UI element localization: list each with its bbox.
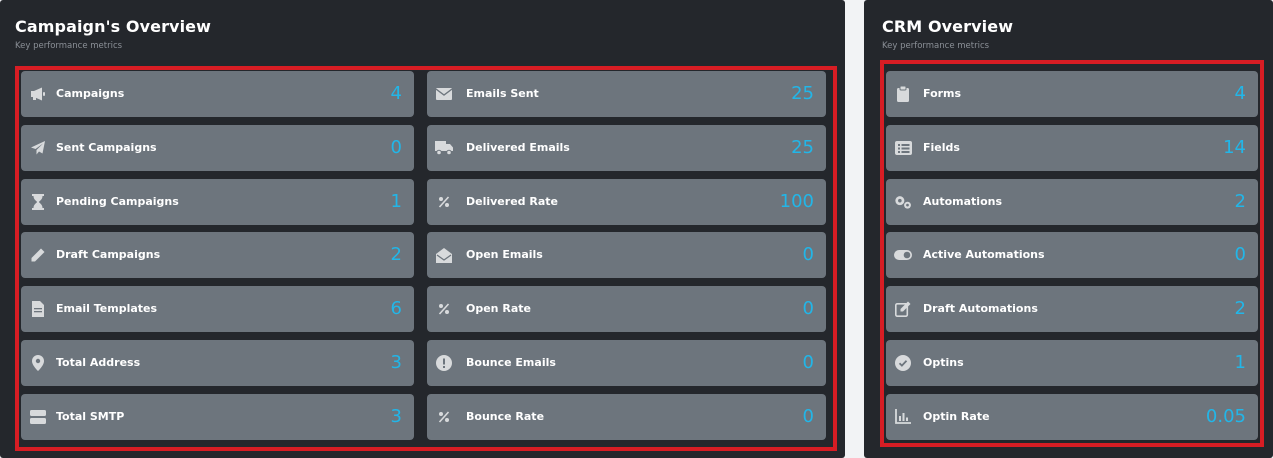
metric-label: Optin Rate <box>923 409 990 423</box>
list-icon <box>894 139 912 157</box>
edit-icon <box>894 300 912 318</box>
clipboard-icon <box>894 85 912 103</box>
metric-label: Bounce Rate <box>466 409 545 423</box>
check-circle-icon <box>894 354 912 372</box>
pencil-icon <box>29 246 47 264</box>
metric-label: Delivered Rate <box>466 194 558 208</box>
metric-label: Sent Campaigns <box>56 140 157 154</box>
panel-subtitle: Key performance metrics <box>882 41 990 51</box>
metric-label: Draft Automations <box>923 302 1038 316</box>
metric-card-total-smtp: Total SMTP 3 <box>21 393 414 440</box>
metric-label: Optins <box>923 356 964 369</box>
metric-value: 0 <box>1234 244 1246 266</box>
metric-card-optin-rate: Optin Rate 0.05 <box>886 393 1258 440</box>
metric-value: 3 <box>390 405 402 427</box>
map-pin-icon <box>29 354 47 372</box>
metric-value: 2 <box>1234 298 1246 320</box>
metric-value: 4 <box>390 83 402 104</box>
campaign-overview-panel: Campaign's Overview Key performance metr… <box>0 0 845 458</box>
envelope-open-icon <box>435 246 453 264</box>
metric-label: Forms <box>923 87 962 100</box>
chart-icon <box>894 408 912 426</box>
metric-card-optins: Optins 1 <box>886 340 1258 386</box>
metric-label: Draft Campaigns <box>56 248 161 262</box>
metric-card-email-templates: Email Templates 6 <box>21 286 414 333</box>
metric-value: 14 <box>1223 136 1246 158</box>
metric-value: 3 <box>390 352 402 373</box>
document-icon <box>29 300 47 318</box>
metric-label: Delivered Emails <box>466 140 570 154</box>
metric-card-draft-campaigns: Draft Campaigns 2 <box>21 232 414 279</box>
exclamation-circle-icon <box>435 354 453 372</box>
metric-value: 0 <box>802 298 814 320</box>
metric-card-total-address: Total Address 3 <box>21 340 414 386</box>
metric-card-delivered-rate: Delivered Rate 100 <box>427 178 826 225</box>
metric-value: 1 <box>390 190 402 212</box>
metric-value: 0 <box>802 405 814 427</box>
metric-value: 0.05 <box>1205 405 1246 427</box>
metric-value: 0 <box>802 244 814 266</box>
metric-card-emails-sent: Emails Sent 25 <box>427 71 826 117</box>
percent-icon <box>435 300 453 318</box>
metric-label: Emails Sent <box>466 87 539 100</box>
metric-card-active-automations: Active Automations 0 <box>886 232 1258 279</box>
metric-value: 0 <box>802 352 814 373</box>
metric-label: Bounce Emails <box>466 356 556 369</box>
gears-icon <box>894 193 912 211</box>
metric-card-campaigns: Campaigns 4 <box>21 71 414 117</box>
metric-card-sent-campaigns: Sent Campaigns 0 <box>21 124 414 171</box>
metric-value: 1 <box>1234 352 1246 373</box>
server-icon <box>29 408 47 426</box>
metric-label: Email Templates <box>56 302 158 316</box>
metric-label: Total SMTP <box>56 409 125 423</box>
metric-label: Fields <box>923 140 960 154</box>
metric-card-pending-campaigns: Pending Campaigns 1 <box>21 178 414 225</box>
percent-icon <box>435 408 453 426</box>
metric-label: Automations <box>923 194 1003 208</box>
metric-card-bounce-emails: Bounce Emails 0 <box>427 340 826 386</box>
metric-label: Open Rate <box>466 302 531 316</box>
metric-card-delivered-emails: Delivered Emails 25 <box>427 124 826 171</box>
metric-card-bounce-rate: Bounce Rate 0 <box>427 393 826 440</box>
metric-label: Pending Campaigns <box>56 194 179 208</box>
metric-card-forms: Forms 4 <box>886 71 1258 117</box>
crm-overview-panel: CRM Overview Key performance metrics For… <box>864 0 1273 458</box>
metric-label: Open Emails <box>466 248 543 262</box>
hourglass-icon <box>29 193 47 211</box>
envelope-icon <box>435 85 453 103</box>
panel-title: Campaign's Overview <box>15 17 212 36</box>
metric-label: Total Address <box>56 356 141 369</box>
toggle-icon <box>894 246 912 264</box>
metric-value: 25 <box>791 83 814 104</box>
paper-plane-icon <box>29 139 47 157</box>
metric-value: 6 <box>390 298 402 320</box>
panel-title: CRM Overview <box>882 17 1014 36</box>
metric-value: 100 <box>779 190 814 212</box>
panel-subtitle: Key performance metrics <box>15 41 123 51</box>
metric-value: 4 <box>1234 83 1246 104</box>
metric-value: 2 <box>390 244 402 266</box>
metric-card-fields: Fields 14 <box>886 124 1258 171</box>
metric-value: 25 <box>791 136 814 158</box>
percent-icon <box>435 193 453 211</box>
metric-card-open-rate: Open Rate 0 <box>427 286 826 333</box>
metric-label: Active Automations <box>923 248 1045 262</box>
truck-icon <box>435 139 453 157</box>
metric-card-draft-automations: Draft Automations 2 <box>886 286 1258 333</box>
metric-value: 0 <box>390 136 402 158</box>
metric-card-automations: Automations 2 <box>886 178 1258 225</box>
metric-label: Campaigns <box>56 87 125 100</box>
metric-card-open-emails: Open Emails 0 <box>427 232 826 279</box>
megaphone-icon <box>29 85 47 103</box>
metric-value: 2 <box>1234 190 1246 212</box>
